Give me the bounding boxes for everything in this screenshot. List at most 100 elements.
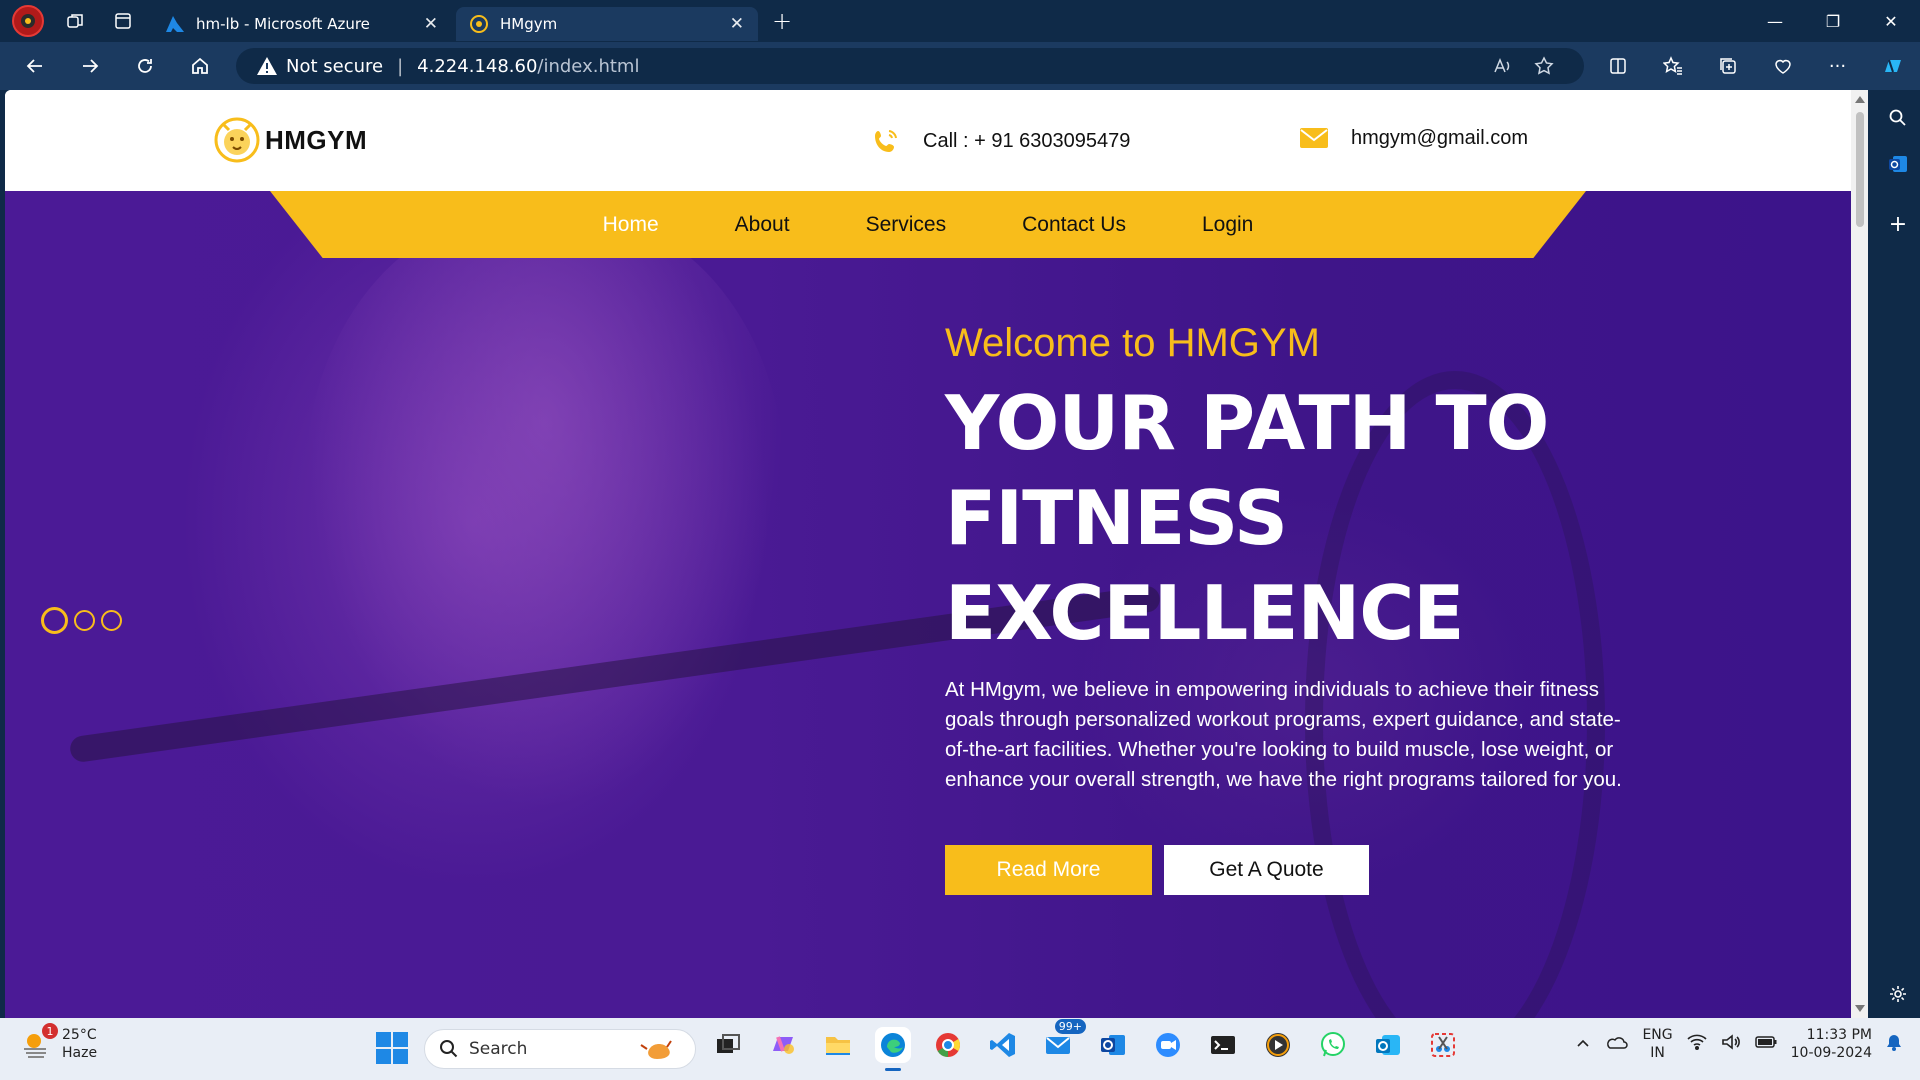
read-more-button[interactable]: Read More: [945, 845, 1152, 895]
close-window-icon[interactable]: ✕: [1862, 0, 1920, 42]
forward-icon[interactable]: [70, 46, 110, 86]
clock-date: 10-09-2024: [1790, 1045, 1872, 1061]
outlook-new-icon[interactable]: [1370, 1027, 1406, 1063]
carousel-dot-2[interactable]: [74, 610, 95, 631]
workspaces-icon[interactable]: [58, 4, 92, 38]
outlook-icon[interactable]: [1880, 146, 1916, 182]
hero-content: Welcome to HMGYM YOUR PATH TO FITNESS EX…: [945, 321, 1645, 895]
language-region: IN: [1650, 1045, 1665, 1061]
file-explorer-icon[interactable]: [820, 1027, 856, 1063]
haze-weather-icon: 1: [20, 1023, 58, 1061]
back-icon[interactable]: [15, 46, 55, 86]
tab-actions-icon[interactable]: [106, 4, 140, 38]
clock-time: 11:33 PM: [1806, 1027, 1872, 1043]
language-indicator[interactable]: ENG IN: [1642, 1026, 1672, 1062]
outlook-app-icon[interactable]: [1095, 1027, 1131, 1063]
volume-icon[interactable]: [1721, 1034, 1741, 1054]
performance-icon[interactable]: [1755, 56, 1810, 76]
system-tray: ENG IN 11:33 PM 10-09-2024: [1576, 1026, 1902, 1062]
language-code: ENG: [1642, 1027, 1673, 1043]
media-player-icon[interactable]: [1260, 1027, 1296, 1063]
address-separator: |: [397, 55, 404, 77]
hero-buttons: Read More Get A Quote: [945, 845, 1645, 895]
carousel-dot-3[interactable]: [101, 610, 122, 631]
taskbar-apps: 99+: [710, 1019, 1461, 1071]
read-aloud-icon[interactable]: [1492, 56, 1512, 81]
tab-hmgym[interactable]: HMgym ✕: [456, 7, 758, 41]
tab-title: HMgym: [500, 15, 558, 33]
weather-condition: Haze: [62, 1045, 98, 1061]
envelope-icon: [1300, 128, 1328, 148]
battery-icon[interactable]: [1754, 1035, 1777, 1053]
new-tab-icon[interactable]: +: [772, 7, 792, 35]
nav-about[interactable]: About: [735, 213, 790, 237]
edge-sidebar: +: [1876, 90, 1920, 1018]
notification-bell-icon[interactable]: [1886, 1033, 1902, 1055]
nav-login[interactable]: Login: [1202, 213, 1253, 237]
scroll-up-icon[interactable]: [1855, 96, 1865, 103]
show-hidden-icons[interactable]: [1576, 1036, 1590, 1052]
whatsapp-icon[interactable]: [1315, 1027, 1351, 1063]
favorites-icon[interactable]: [1645, 56, 1700, 76]
gym-favicon: [470, 15, 488, 33]
nav-home[interactable]: Home: [603, 213, 659, 237]
tab-title: hm-lb - Microsoft Azure: [196, 15, 370, 33]
url-path: /index.html: [537, 55, 640, 77]
split-screen-icon[interactable]: [1590, 56, 1645, 76]
zoom-icon[interactable]: [1150, 1027, 1186, 1063]
chrome-icon[interactable]: [930, 1027, 966, 1063]
taskbar-search[interactable]: Search: [424, 1029, 696, 1069]
page-scrollbar[interactable]: [1851, 90, 1868, 1018]
minimize-icon[interactable]: —: [1746, 0, 1804, 42]
brand-name: HMGYM: [265, 124, 368, 155]
snipping-tool-icon[interactable]: [1425, 1027, 1461, 1063]
collections-icon[interactable]: [1700, 56, 1755, 76]
email-contact[interactable]: hmgym@gmail.com: [1299, 126, 1528, 150]
phone-contact[interactable]: Call : + 91 6303095479: [871, 126, 1130, 156]
copilot-icon[interactable]: [1865, 54, 1920, 78]
warning-icon: [257, 57, 277, 75]
copilot-app-icon[interactable]: [765, 1027, 801, 1063]
headline-line-2: FITNESS: [945, 474, 1288, 562]
vscode-icon[interactable]: [985, 1027, 1021, 1063]
restore-icon[interactable]: ❐: [1804, 0, 1862, 42]
weather-widget[interactable]: 1 25°C Haze: [20, 1023, 98, 1062]
weather-badge: 1: [42, 1023, 58, 1039]
phone-icon: [875, 130, 897, 152]
close-tab-icon[interactable]: ✕: [424, 14, 438, 34]
close-tab-icon[interactable]: ✕: [730, 14, 744, 34]
sidebar-settings-icon[interactable]: [1880, 976, 1916, 1012]
search-highlight-icon: [640, 1040, 672, 1059]
refresh-icon[interactable]: [125, 46, 165, 86]
profile-avatar-icon[interactable]: [12, 5, 44, 37]
tab-azure[interactable]: hm-lb - Microsoft Azure ✕: [152, 7, 452, 41]
site-logo[interactable]: HMGYM: [213, 114, 367, 166]
home-icon[interactable]: [180, 46, 220, 86]
onedrive-icon[interactable]: [1604, 1034, 1629, 1054]
more-options-icon[interactable]: ···: [1810, 56, 1865, 77]
hero-headline: YOUR PATH TO FITNESS EXCELLENCE: [945, 376, 1645, 661]
nav-services[interactable]: Services: [866, 213, 947, 237]
security-label[interactable]: Not secure: [286, 56, 383, 77]
address-bar[interactable]: Not secure | 4.224.148.60 /index.html: [236, 48, 1584, 84]
system-clock[interactable]: 11:33 PM 10-09-2024: [1791, 1026, 1872, 1062]
browser-titlebar: hm-lb - Microsoft Azure ✕ HMgym ✕ + — ❐ …: [0, 0, 1920, 42]
terminal-icon[interactable]: [1205, 1027, 1241, 1063]
wifi-icon[interactable]: [1687, 1034, 1707, 1054]
carousel-dot-1[interactable]: [41, 607, 68, 634]
windows-start-icon[interactable]: [376, 1032, 408, 1064]
carousel-indicators: [41, 607, 122, 634]
nav-contact-us[interactable]: Contact Us: [1022, 213, 1126, 237]
mail-icon[interactable]: 99+: [1040, 1019, 1086, 1063]
window-controls: — ❐ ✕: [1746, 0, 1920, 42]
edge-browser-icon[interactable]: [875, 1027, 911, 1071]
welcome-text: Welcome to HMGYM: [945, 321, 1320, 365]
sidebar-search-icon[interactable]: [1880, 100, 1916, 136]
scroll-down-icon[interactable]: [1855, 1005, 1865, 1012]
add-sidebar-app-icon[interactable]: +: [1880, 206, 1916, 242]
scroll-thumb[interactable]: [1856, 112, 1864, 227]
task-view-icon[interactable]: [710, 1027, 746, 1063]
windows-taskbar: 1 25°C Haze Search 99+ ENG IN 11:33 PM 1…: [0, 1018, 1920, 1080]
favorite-star-icon[interactable]: [1534, 56, 1554, 81]
get-a-quote-button[interactable]: Get A Quote: [1164, 845, 1369, 895]
